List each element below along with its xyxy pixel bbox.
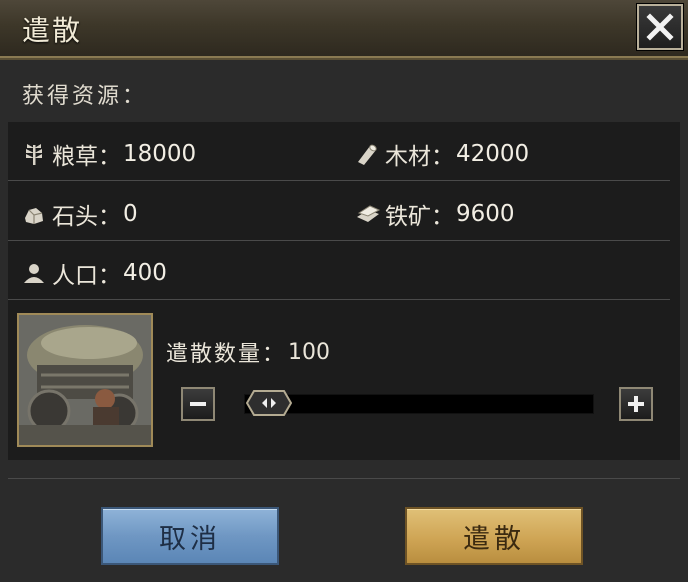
grain-value: 18000 <box>123 141 197 167</box>
wheat-icon <box>22 142 46 166</box>
resources-heading: 获得资源： <box>22 84 148 109</box>
resource-stone: 石头： 0 <box>22 197 138 231</box>
resource-grain: 粮草： 18000 <box>22 137 196 171</box>
person-icon <box>22 261 46 285</box>
quantity-value: 100 <box>288 339 331 365</box>
wood-value: 42000 <box>456 141 530 167</box>
title-bar: 遣散 <box>0 0 688 60</box>
footer-divider <box>8 478 680 479</box>
dismiss-quantity: 遣散数量： 100 <box>166 336 330 368</box>
resource-wood: 木材： 42000 <box>355 137 529 171</box>
dialog-title: 遣散 <box>22 14 83 47</box>
grain-label: 粮草： <box>52 144 121 170</box>
dismiss-confirm-button[interactable]: 遣散 <box>405 507 583 565</box>
resource-iron: 铁矿： 9600 <box>355 197 515 231</box>
decrease-button[interactable] <box>181 387 215 421</box>
cancel-button[interactable]: 取消 <box>101 507 279 565</box>
stone-label: 石头： <box>52 204 121 230</box>
wood-label: 木材： <box>385 144 454 170</box>
iron-ingot-icon <box>355 202 381 226</box>
wood-log-icon <box>355 142 379 166</box>
population-value: 400 <box>123 260 167 286</box>
stone-icon <box>22 202 46 226</box>
increase-button[interactable] <box>619 387 653 421</box>
close-button[interactable] <box>636 3 684 51</box>
unit-portrait <box>17 313 153 447</box>
quantity-slider-track[interactable] <box>244 394 594 414</box>
stone-value: 0 <box>123 201 138 227</box>
slider-arrows-icon <box>245 390 293 416</box>
row-divider <box>8 240 670 241</box>
close-icon <box>646 13 674 41</box>
population-label: 人口： <box>52 263 121 289</box>
resource-population: 人口： 400 <box>22 256 167 290</box>
quantity-label: 遣散数量： <box>166 342 287 367</box>
row-divider <box>8 299 670 300</box>
plus-icon <box>628 396 644 412</box>
iron-value: 9600 <box>456 201 515 227</box>
iron-label: 铁矿： <box>385 204 454 230</box>
minus-icon <box>190 402 206 406</box>
row-divider <box>8 180 670 181</box>
quantity-slider-handle[interactable] <box>245 389 293 417</box>
